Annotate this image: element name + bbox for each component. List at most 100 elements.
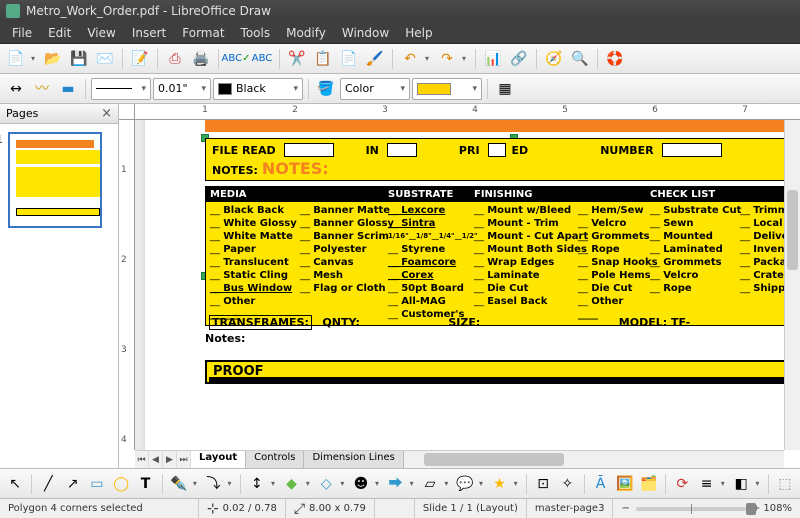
line-tool[interactable]: ╱ — [37, 472, 59, 496]
title-bar: Metro_Work_Order.pdf - LibreOffice Draw — [0, 0, 800, 22]
export-pdf-button[interactable]: ⎙ — [163, 47, 187, 71]
line-style-select[interactable] — [91, 78, 151, 100]
paste-button[interactable]: 📄 — [337, 47, 361, 71]
hyperlink-button[interactable]: 🔗 — [507, 47, 531, 71]
print-button[interactable]: 🖨️ — [189, 47, 213, 71]
zoom-slider[interactable] — [636, 507, 746, 511]
chart-button[interactable]: 📊 — [481, 47, 505, 71]
menu-view[interactable]: View — [79, 23, 123, 43]
curve-tool[interactable]: ✒️ — [168, 472, 190, 496]
arrow-style-button[interactable]: ↔ — [4, 77, 28, 101]
glue-points-tool[interactable]: ✧ — [556, 472, 578, 496]
new-button[interactable]: 📄 — [4, 47, 28, 71]
in-label: IN — [366, 144, 379, 157]
edit-file-button[interactable]: 📝 — [128, 47, 152, 71]
menu-format[interactable]: Format — [174, 23, 232, 43]
open-button[interactable]: 📂 — [41, 47, 65, 71]
options-table[interactable]: MEDIA SUBSTRATE FINISHING CHECK LIST Bla… — [205, 186, 784, 326]
shadow-button[interactable]: ▦ — [493, 77, 517, 101]
checklist-col-b: TrimmLocal DeliveInven PackaCrate Shipp — [736, 202, 784, 325]
ellipse-tool[interactable]: ◯ — [110, 472, 132, 496]
save-button[interactable]: 💾 — [67, 47, 91, 71]
from-file-button[interactable]: 🖼️ — [614, 472, 636, 496]
callouts-tool[interactable]: 💬 — [454, 472, 476, 496]
stars-tool[interactable]: ★ — [488, 472, 510, 496]
line-fill-toolbar: ↔ 〰 ▬ 0.01" Black 🪣 Color ▦ — [0, 74, 800, 104]
arrow-line-tool[interactable]: ↗ — [61, 472, 83, 496]
pri-label: PRI — [459, 144, 480, 157]
rect-tool[interactable]: ▭ — [86, 472, 108, 496]
tab-dimension[interactable]: Dimension Lines — [304, 451, 403, 468]
area-fill-button[interactable]: 🪣 — [314, 77, 338, 101]
zoom-controls[interactable]: − + 108% — [613, 499, 800, 518]
zoom-out-icon[interactable]: − — [621, 503, 629, 514]
copy-button[interactable]: 📋 — [311, 47, 335, 71]
line-color-select[interactable]: Black — [213, 78, 303, 100]
pages-close-icon[interactable]: × — [101, 106, 112, 121]
basic-shapes-tool[interactable]: ◇ — [315, 472, 337, 496]
lines-arrows-tool[interactable]: ↕ — [246, 472, 268, 496]
form-header-box[interactable]: FILE READ IN PRIED NUMBER NOTES: NOTES: — [205, 138, 784, 181]
menu-edit[interactable]: Edit — [40, 23, 79, 43]
page-thumbnail[interactable]: 1 — [8, 132, 102, 228]
rotate-button[interactable]: ⟳ — [671, 472, 693, 496]
line-style-icon[interactable]: 〰 — [30, 77, 54, 101]
text-tool[interactable]: T — [134, 472, 156, 496]
navigator-button[interactable]: 🧭 — [542, 47, 566, 71]
tab-controls[interactable]: Controls — [246, 451, 304, 468]
fill-type-select[interactable]: Color — [340, 78, 410, 100]
pages-title-label: Pages — [6, 107, 38, 120]
size-label: SIZE: — [448, 316, 480, 329]
number-field[interactable] — [662, 143, 722, 157]
vertical-ruler[interactable]: 12 34 — [119, 120, 135, 450]
select-tool[interactable]: ↖ — [4, 472, 26, 496]
page-surface[interactable]: FILE READ IN PRIED NUMBER NOTES: NOTES: — [145, 120, 784, 450]
horizontal-scrollbar[interactable] — [404, 451, 784, 468]
undo-button[interactable]: ↶ — [398, 47, 422, 71]
horizontal-ruler[interactable]: 12 34 56 7 — [135, 104, 800, 120]
symbol-shapes-tool[interactable]: ☻ — [350, 472, 372, 496]
points-tool[interactable]: ⊡ — [532, 472, 554, 496]
connector-tool[interactable]: ⤵ — [202, 472, 224, 496]
menu-insert[interactable]: Insert — [124, 23, 174, 43]
redo-button[interactable]: ↷ — [435, 47, 459, 71]
arrange-button[interactable]: ◧ — [730, 472, 752, 496]
cut-button[interactable]: ✂️ — [285, 47, 309, 71]
header-finishing: FINISHING — [470, 187, 646, 202]
line-width-input[interactable]: 0.01" — [153, 78, 211, 100]
extrusion-button[interactable]: ⬚ — [774, 472, 796, 496]
zoom-button[interactable]: 🔍 — [568, 47, 592, 71]
menu-tools[interactable]: Tools — [233, 23, 279, 43]
gallery-button[interactable]: 🗂️ — [638, 472, 660, 496]
3d-objects-tool[interactable]: ◆ — [280, 472, 302, 496]
file-read-field[interactable] — [284, 143, 334, 157]
menu-help[interactable]: Help — [397, 23, 440, 43]
pages-list[interactable]: 1 — [0, 124, 118, 468]
orange-bar[interactable] — [205, 120, 784, 132]
align-button[interactable]: ≡ — [695, 472, 717, 496]
pri-field[interactable] — [488, 143, 506, 157]
notes-label-2: Notes: — [205, 332, 245, 345]
flowchart-tool[interactable]: ▱ — [419, 472, 441, 496]
tab-nav-arrows[interactable]: ⏮◀▶⏭ — [135, 451, 191, 468]
in-field[interactable] — [387, 143, 417, 157]
drawing-canvas[interactable]: FILE READ IN PRIED NUMBER NOTES: NOTES: — [135, 120, 784, 450]
menu-file[interactable]: File — [4, 23, 40, 43]
fontwork-tool[interactable]: Ā — [589, 472, 611, 496]
line-color-icon[interactable]: ▬ — [56, 77, 80, 101]
zoom-value[interactable]: 108% — [763, 503, 792, 514]
help-button[interactable]: 🛟 — [603, 47, 627, 71]
menu-modify[interactable]: Modify — [278, 23, 334, 43]
spellcheck-button[interactable]: ABC✓ — [224, 47, 248, 71]
vertical-scrollbar[interactable] — [784, 120, 800, 450]
workspace: Pages × 1 12 34 56 7 12 34 — [0, 104, 800, 468]
fill-color-select[interactable] — [412, 78, 482, 100]
tab-layout[interactable]: Layout — [191, 451, 246, 468]
email-button[interactable]: ✉️ — [93, 47, 117, 71]
block-arrows-tool[interactable]: ⮕ — [384, 472, 406, 496]
format-paintbrush-button[interactable]: 🖌️ — [363, 47, 387, 71]
model-label: MODEL: TF- — [619, 316, 690, 329]
menu-window[interactable]: Window — [334, 23, 397, 43]
ruler-corner — [119, 104, 135, 120]
autospell-button[interactable]: ABC — [250, 47, 274, 71]
